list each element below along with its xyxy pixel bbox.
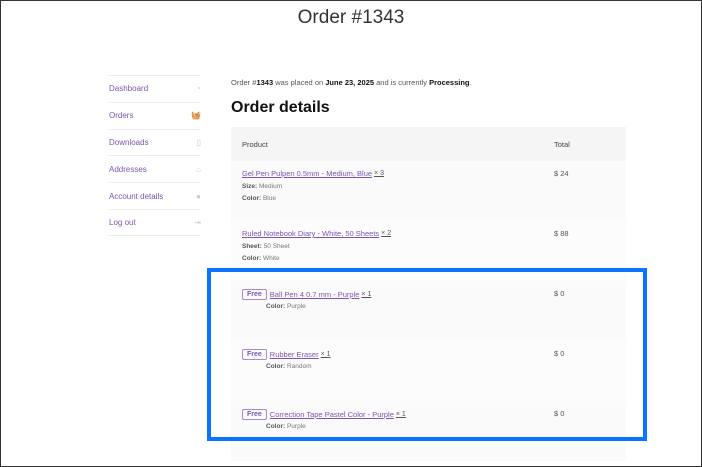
product-cell: Gel Pen Pulpen 0.5mm - Medium, Blue × 3 xyxy=(242,169,384,178)
product-link[interactable]: Ruled Notebook Diary - White, 50 Sheets xyxy=(242,229,379,238)
line-total: $ 0 xyxy=(554,289,565,298)
nav-label: Downloads xyxy=(109,137,149,147)
table-row: Gel Pen Pulpen 0.5mm - Medium, Blue × 3 Si… xyxy=(231,161,626,221)
table-header: Product Total xyxy=(231,127,626,161)
meta-value: White xyxy=(262,255,280,262)
nav-item-account-details[interactable]: Account details ● xyxy=(109,182,201,209)
line-total: $ 0 xyxy=(554,409,565,418)
nav-item-addresses[interactable]: Addresses ⌂ xyxy=(109,155,201,182)
meta-key: Color: xyxy=(266,423,286,430)
dashboard-icon: ◔ xyxy=(196,84,201,94)
intro-text: Order # xyxy=(231,78,257,87)
nav-item-orders[interactable]: Orders 🧺 xyxy=(109,101,201,129)
page-title: Order #1343 xyxy=(297,7,405,28)
free-badge: Free xyxy=(242,289,267,300)
meta-value: Medium xyxy=(258,183,283,190)
nav-item-dashboard[interactable]: Dashboard ◔ xyxy=(109,75,201,102)
meta-value: Blue xyxy=(262,195,276,202)
account-nav: Dashboard ◔ Orders 🧺 Downloads ▯ Addresses ⌂ Acc… xyxy=(109,75,201,236)
product-quantity: × 3 xyxy=(374,170,384,177)
nav-item-downloads[interactable]: Downloads ▯ xyxy=(109,128,201,156)
table-row: Free Rubber Eraser × 1 Color: Random $ 0 xyxy=(231,341,626,401)
order-date: June 23, 2025 xyxy=(325,78,375,87)
product-cell: Free Correction Tape Pastel Color - Purpl… xyxy=(242,409,406,420)
nav-label: Addresses xyxy=(109,164,147,174)
order-details-heading: Order details xyxy=(231,99,330,116)
table-row: Ruled Notebook Diary - White, 50 Sheets ×… xyxy=(231,221,626,281)
product-meta: Sheet: 50 Sheet xyxy=(242,243,290,250)
meta-key: Color: xyxy=(242,195,262,202)
order-number: 1343 xyxy=(256,78,274,87)
intro-text: was placed on xyxy=(273,78,326,87)
col-product: Product xyxy=(242,139,268,149)
order-details-table: Product Total Gel Pen Pulpen 0.5mm - Med… xyxy=(231,127,626,461)
product-meta: Color: White xyxy=(242,255,280,262)
intro-text: and is currently xyxy=(374,78,430,87)
table-row: Free Correction Tape Pastel Color - Purpl… xyxy=(231,401,626,461)
product-link[interactable]: Gel Pen Pulpen 0.5mm - Medium, Blue xyxy=(242,169,372,178)
product-meta: Size: Medium xyxy=(242,183,282,190)
intro-text: . xyxy=(469,78,472,87)
nav-label: Account details xyxy=(109,191,164,201)
product-meta: Color: Purple xyxy=(266,423,306,430)
home-icon: ⌂ xyxy=(196,164,201,174)
table-row: Free Ball Pen 4 0.7 mm - Purple × 1 Color: … xyxy=(231,281,626,341)
nav-label: Dashboard xyxy=(109,84,149,94)
meta-value: 50 Sheet xyxy=(263,243,290,250)
nav-label: Log out xyxy=(109,217,136,227)
product-cell: Ruled Notebook Diary - White, 50 Sheets ×… xyxy=(242,229,391,238)
free-badge: Free xyxy=(242,349,267,360)
nav-label: Orders xyxy=(109,111,134,121)
col-total: Total xyxy=(554,139,570,149)
free-badge: Free xyxy=(242,409,267,420)
meta-key: Color: xyxy=(242,255,262,262)
product-meta: Color: Random xyxy=(266,363,312,370)
product-link[interactable]: Ball Pen 4 0.7 mm - Purple xyxy=(270,290,360,299)
meta-value: Purple xyxy=(286,303,306,310)
product-meta: Color: Purple xyxy=(266,303,306,310)
product-quantity: × 1 xyxy=(320,351,331,358)
product-cell: Free Ball Pen 4 0.7 mm - Purple × 1 xyxy=(242,289,371,300)
product-link[interactable]: Correction Tape Pastel Color - Purple xyxy=(270,410,394,419)
line-total: $ 88 xyxy=(554,229,569,238)
product-quantity: × 2 xyxy=(381,230,392,237)
meta-value: Random xyxy=(286,363,312,370)
meta-key: Color: xyxy=(266,363,286,370)
order-intro: Order #1343 was placed on June 23, 2025 … xyxy=(231,78,472,87)
basket-icon: 🧺 xyxy=(191,111,201,121)
product-meta: Color: Blue xyxy=(242,195,276,202)
order-status: Processing xyxy=(429,78,470,87)
line-total: $ 24 xyxy=(554,169,569,178)
meta-key: Color: xyxy=(266,303,286,310)
product-cell: Free Rubber Eraser × 1 xyxy=(242,349,331,360)
logout-icon: ⇥ xyxy=(194,217,201,227)
user-icon: ● xyxy=(196,191,201,201)
line-total: $ 0 xyxy=(554,349,565,358)
product-quantity: × 1 xyxy=(361,291,372,298)
file-icon: ▯ xyxy=(196,137,201,147)
meta-key: Sheet: xyxy=(242,243,262,250)
product-link[interactable]: Rubber Eraser xyxy=(270,350,319,359)
meta-key: Size: xyxy=(242,183,258,190)
nav-item-log-out[interactable]: Log out ⇥ xyxy=(109,208,201,236)
meta-value: Purple xyxy=(286,423,306,430)
product-quantity: × 1 xyxy=(395,411,406,418)
